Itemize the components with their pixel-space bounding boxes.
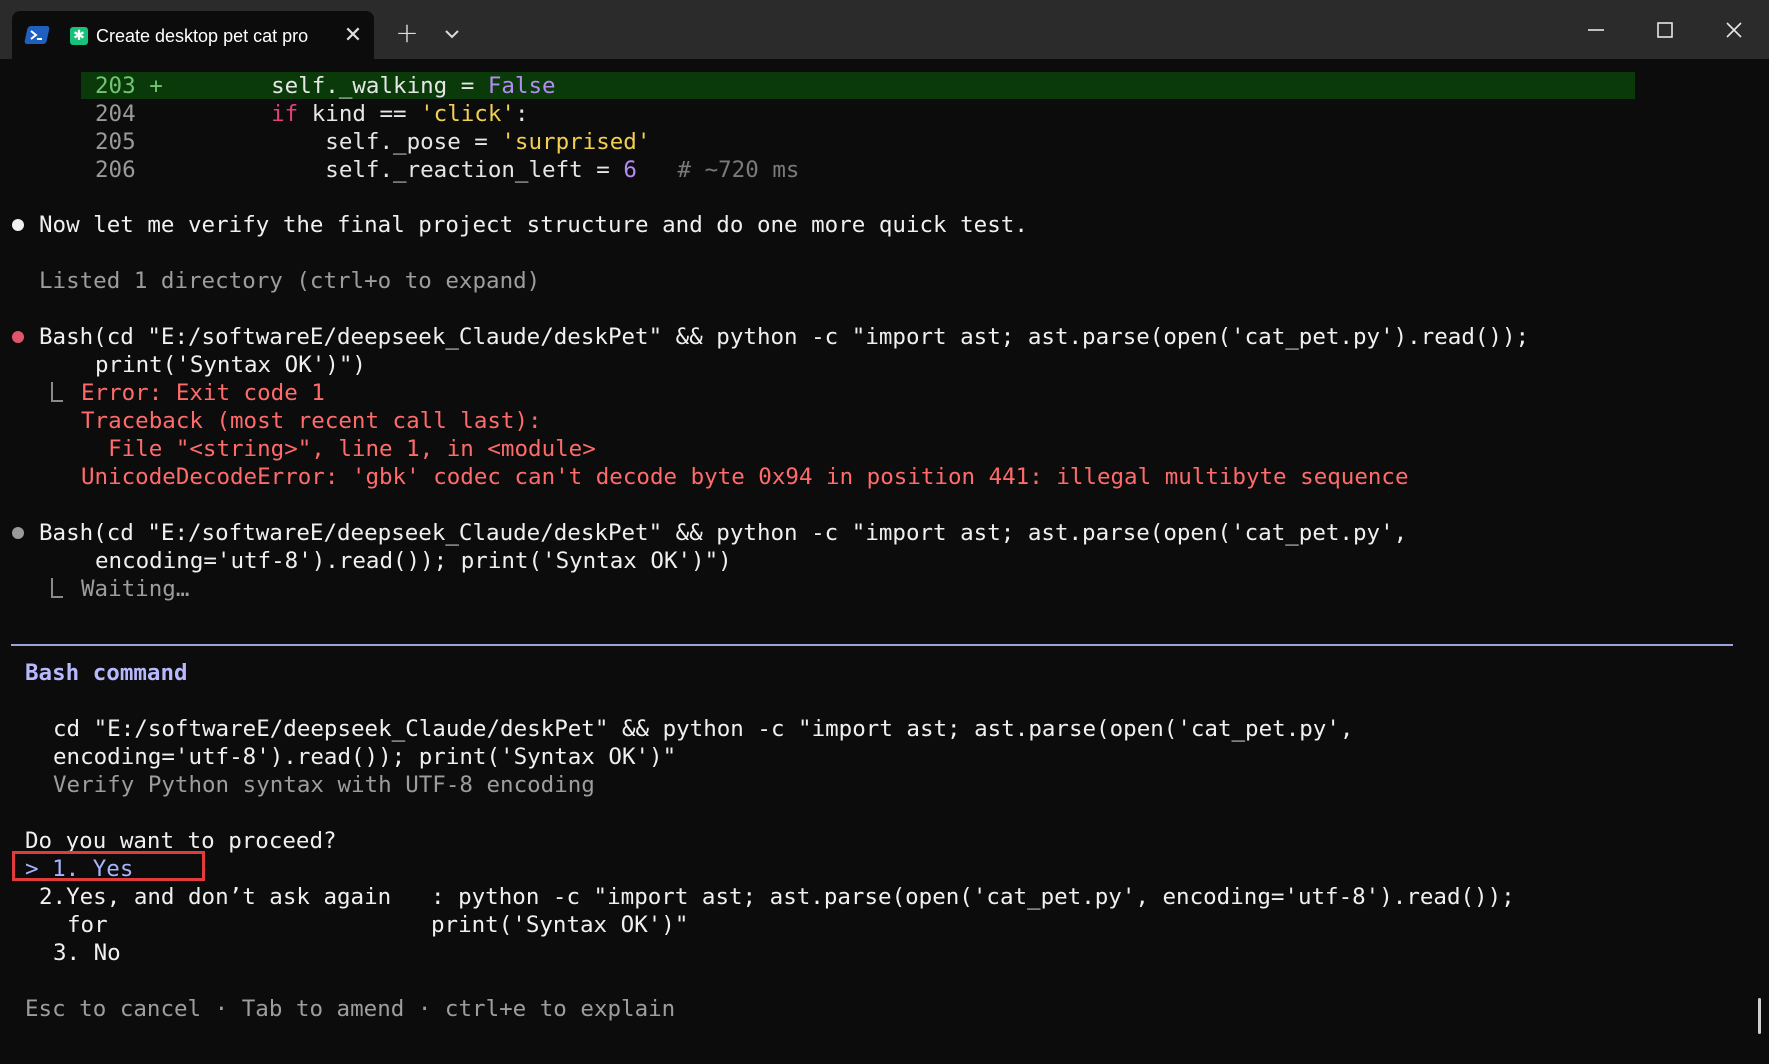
prompt-hint: Esc to cancel · Tab to amend · ctrl+e to…	[25, 996, 676, 1022]
diff-line-205: 205 self._pose = 'surprised'	[95, 129, 651, 155]
prompt-title: Bash command	[25, 660, 188, 686]
tab-dropdown-chevron-icon[interactable]	[437, 19, 467, 49]
selected-option-annotation	[12, 851, 205, 881]
claude-code-icon: ✱	[70, 27, 88, 45]
bash1-command-line2: print('Syntax OK')")	[95, 352, 366, 378]
option-yes-dont-ask-detail[interactable]: : python -c "import ast; ast.parse(open(…	[431, 883, 1515, 911]
tab-title: Create desktop pet cat pro	[96, 26, 309, 46]
prompt-description: Verify Python syntax with UTF-8 encoding	[53, 772, 595, 798]
maximize-icon[interactable]	[1645, 12, 1685, 48]
bash2-command-line2: encoding='utf-8').read()); print('Syntax…	[95, 548, 732, 574]
option-yes-dont-ask-label[interactable]: 2.Yes, and don’t ask again	[39, 883, 391, 911]
option-no[interactable]: 3. No	[53, 939, 121, 967]
tree-connector-icon	[51, 578, 63, 598]
diff-line-203: 203 + self._walking = False	[95, 73, 556, 99]
bash1-error-line: UnicodeDecodeError: 'gbk' codec can't de…	[81, 464, 1409, 490]
scrollbar[interactable]	[1758, 998, 1761, 1034]
terminal-tab[interactable]: ✱ Create desktop pet cat pro ✕	[12, 11, 374, 59]
diff-code: if kind == 'click':	[271, 101, 529, 127]
prompt-command-line1: cd "E:/softwareE/deepseek_Claude/deskPet…	[53, 716, 1354, 742]
new-tab-button[interactable]: +	[392, 18, 422, 48]
diff-code: self._walking = False	[162, 73, 556, 99]
tab-close-icon[interactable]: ✕	[338, 21, 368, 51]
option-yes-dont-ask-detail-cont[interactable]: print('Syntax OK')"	[431, 911, 688, 939]
option-yes-dont-ask-label-cont[interactable]: for	[67, 911, 108, 939]
prompt-separator	[11, 644, 1733, 646]
bash1-error-line: Traceback (most recent call last):	[81, 408, 542, 434]
diff-line-204: 204 if kind == 'click':	[95, 101, 529, 127]
bash1-command-line1: Bash(cd "E:/softwareE/deepseek_Claude/de…	[39, 324, 1530, 350]
pending-status-icon	[12, 527, 24, 539]
powershell-icon	[24, 26, 50, 44]
diff-line-206: 206 self._reaction_left = 6 # ~720 ms	[95, 157, 800, 183]
minimize-icon[interactable]	[1576, 12, 1616, 48]
diff-code: self._pose = 'surprised'	[162, 129, 651, 155]
tree-connector-icon	[51, 382, 63, 402]
error-status-icon	[12, 331, 24, 343]
close-icon[interactable]	[1714, 12, 1754, 48]
bash2-status: Waiting…	[81, 576, 190, 602]
message-bullet-icon	[12, 219, 24, 231]
title-bar: ✱ Create desktop pet cat pro ✕ +	[0, 0, 1769, 59]
bash1-error-line: File "<string>", line 1, in <module>	[81, 436, 596, 462]
prompt-command-line2: encoding='utf-8').read()); print('Syntax…	[53, 744, 677, 770]
assistant-message: Now let me verify the final project stru…	[39, 212, 1028, 238]
listed-directory-note[interactable]: Listed 1 directory (ctrl+o to expand)	[39, 267, 540, 295]
bash2-command-line1: Bash(cd "E:/softwareE/deepseek_Claude/de…	[39, 520, 1408, 546]
diff-code: self._reaction_left = 6	[162, 157, 637, 183]
bash1-error-title: Error: Exit code 1	[81, 380, 325, 406]
